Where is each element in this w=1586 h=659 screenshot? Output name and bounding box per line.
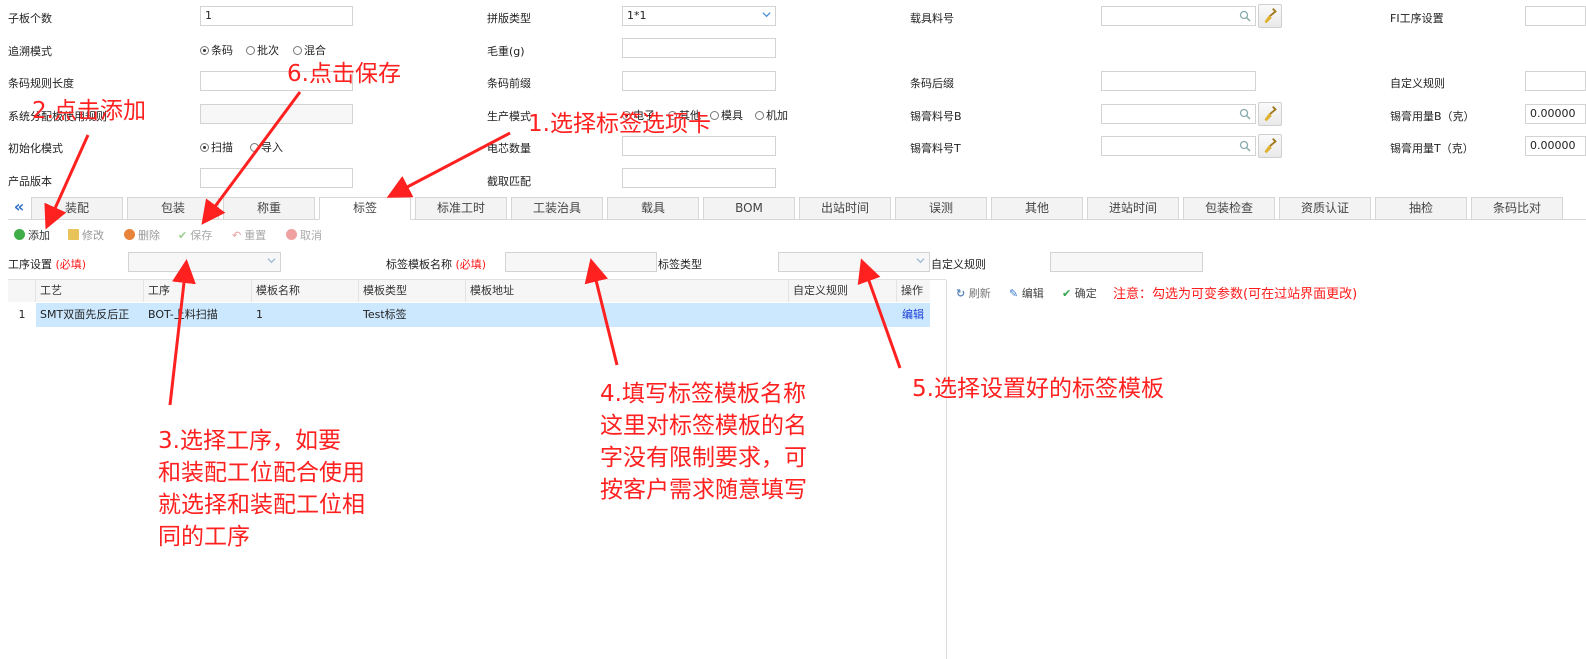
annotation-step-1: 1.选择标签选项卡: [528, 111, 711, 137]
annotation-step-5: 5.选择设置好的标签模板: [912, 376, 1164, 402]
annotation-arrows: [44, 91, 902, 406]
annotation-step-4: 4.填写标签模板名称 这里对标签模板的名 字没有限制要求，可 按客户需求随意填写: [600, 381, 807, 503]
annotation-step-3: 3.选择工序，如要 和装配工位配合使用 就选择和装配工位相 同的工序: [158, 428, 365, 550]
annotation-step-6: 6.点击保存: [287, 61, 401, 87]
annotation-step-2: 2.点击添加: [32, 98, 146, 124]
